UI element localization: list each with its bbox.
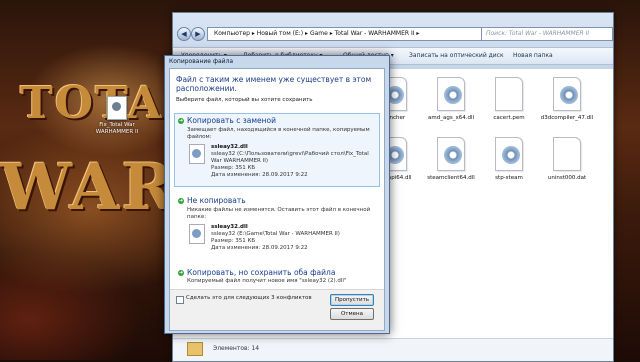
option-description: Никакие файлы не изменятся. Оставить это… — [187, 207, 371, 220]
dll-file-icon — [189, 224, 205, 244]
dialog-body: Файл с таким же именем уже существует в … — [169, 68, 385, 331]
file-path: ssleay32 (C:\Пользователи\grevi\Рабочий … — [211, 151, 369, 164]
file-icon — [107, 96, 127, 120]
file-item[interactable]: cacert.pem — [481, 77, 537, 122]
file-date: Дата изменения: 28.09.2017 9:22 — [211, 245, 308, 251]
status-bar: Элементов: 14 — [173, 338, 613, 361]
folder-icon — [187, 342, 203, 356]
file-date: Дата изменения: 28.09.2017 9:22 — [211, 172, 308, 178]
file-name: stp-steam — [495, 175, 523, 181]
file-name: amd_ags_x64.dll — [428, 115, 474, 121]
skip-button[interactable]: Пропустить — [330, 294, 374, 306]
arrow-right-icon: ➜ — [178, 118, 184, 124]
arrow-right-icon: ➜ — [178, 198, 184, 204]
dialog-footer: Сделать это для следующих 3 конфликтов П… — [170, 289, 384, 330]
apply-to-all-checkbox[interactable] — [176, 296, 184, 304]
desktop-icon-label: Fix_Total War WARHAMMER II — [95, 122, 139, 135]
option-title: Копировать, но сохранить оба файла — [187, 268, 336, 277]
file-name: d3dcompiler_47.dll — [540, 115, 594, 121]
arrow-right-icon: ➜ — [178, 270, 184, 276]
forward-arrow-icon[interactable]: ▶ — [191, 27, 205, 41]
dll-file-icon — [437, 77, 465, 111]
cancel-button[interactable]: Отмена — [330, 308, 374, 320]
keep-both-option[interactable]: ➜ Копировать, но сохранить оба файла Коп… — [174, 265, 380, 289]
file-path: ssleay32 (E:\Game\Total War - WARHAMMER … — [211, 231, 340, 237]
file-item[interactable]: steamclient64.dll — [423, 137, 479, 182]
back-arrow-icon[interactable]: ◀ — [177, 27, 191, 41]
option-title: Не копировать — [187, 196, 246, 205]
address-bar[interactable]: Компьютер ▸ Новый том (E:) ▸ Game ▸ Tota… — [207, 27, 485, 41]
copy-file-dialog: Копирование файла Файл с таким же именем… — [164, 55, 390, 334]
desktop-icon-fix-folder[interactable]: Fix_Total War WARHAMMER II — [92, 96, 142, 136]
file-size: Размер: 351 КБ — [211, 238, 256, 244]
copy-and-replace-option[interactable]: ➜ Копировать с заменой Замещает файл, на… — [174, 113, 380, 187]
document-file-icon — [553, 137, 581, 171]
dll-file-icon — [437, 137, 465, 171]
file-name: cacert.pem — [493, 115, 525, 121]
file-name: steamclient64.dll — [427, 175, 475, 181]
wallpaper-logo-bottom: WAR — [0, 150, 177, 225]
do-not-copy-option[interactable]: ➜ Не копировать Никакие файлы не изменят… — [174, 193, 380, 261]
option-description: Замещает файл, находящийся в конечной па… — [187, 127, 370, 140]
dll-file-icon — [495, 137, 523, 171]
address-row: ◀ ▶ Компьютер ▸ Новый том (E:) ▸ Game ▸ … — [177, 27, 613, 41]
checkbox-label: Сделать это для следующих 3 конфликтов — [186, 295, 312, 301]
file-size: Размер: 351 КБ — [211, 165, 256, 171]
burn-button[interactable]: Записать на оптический диск — [409, 48, 504, 64]
item-count: Элементов: 14 — [213, 345, 260, 352]
new-folder-button[interactable]: Новая папка — [513, 48, 553, 64]
dll-file-icon — [189, 144, 205, 164]
dll-file-icon — [553, 77, 581, 111]
file-item[interactable]: uninst000.dat — [539, 137, 595, 182]
file-name: ssleay32.dll — [211, 144, 248, 150]
dialog-subheading: Выберите файл, который вы хотите сохрани… — [176, 97, 313, 103]
dialog-title: Копирование файла — [169, 58, 234, 65]
file-item[interactable]: stp-steam — [481, 137, 537, 182]
file-name: ssleay32.dll — [211, 224, 248, 230]
file-item[interactable]: amd_ags_x64.dll — [423, 77, 479, 122]
option-title: Копировать с заменой — [187, 116, 276, 125]
document-file-icon — [495, 77, 523, 111]
search-input[interactable]: Поиск: Total War - WARHAMMER II — [481, 27, 613, 41]
dialog-heading: Файл с таким же именем уже существует в … — [176, 75, 372, 93]
option-description: Копируемый файл получит новое имя "sslea… — [187, 278, 347, 284]
file-item[interactable]: d3dcompiler_47.dll — [539, 77, 595, 122]
file-name: uninst000.dat — [547, 175, 587, 181]
